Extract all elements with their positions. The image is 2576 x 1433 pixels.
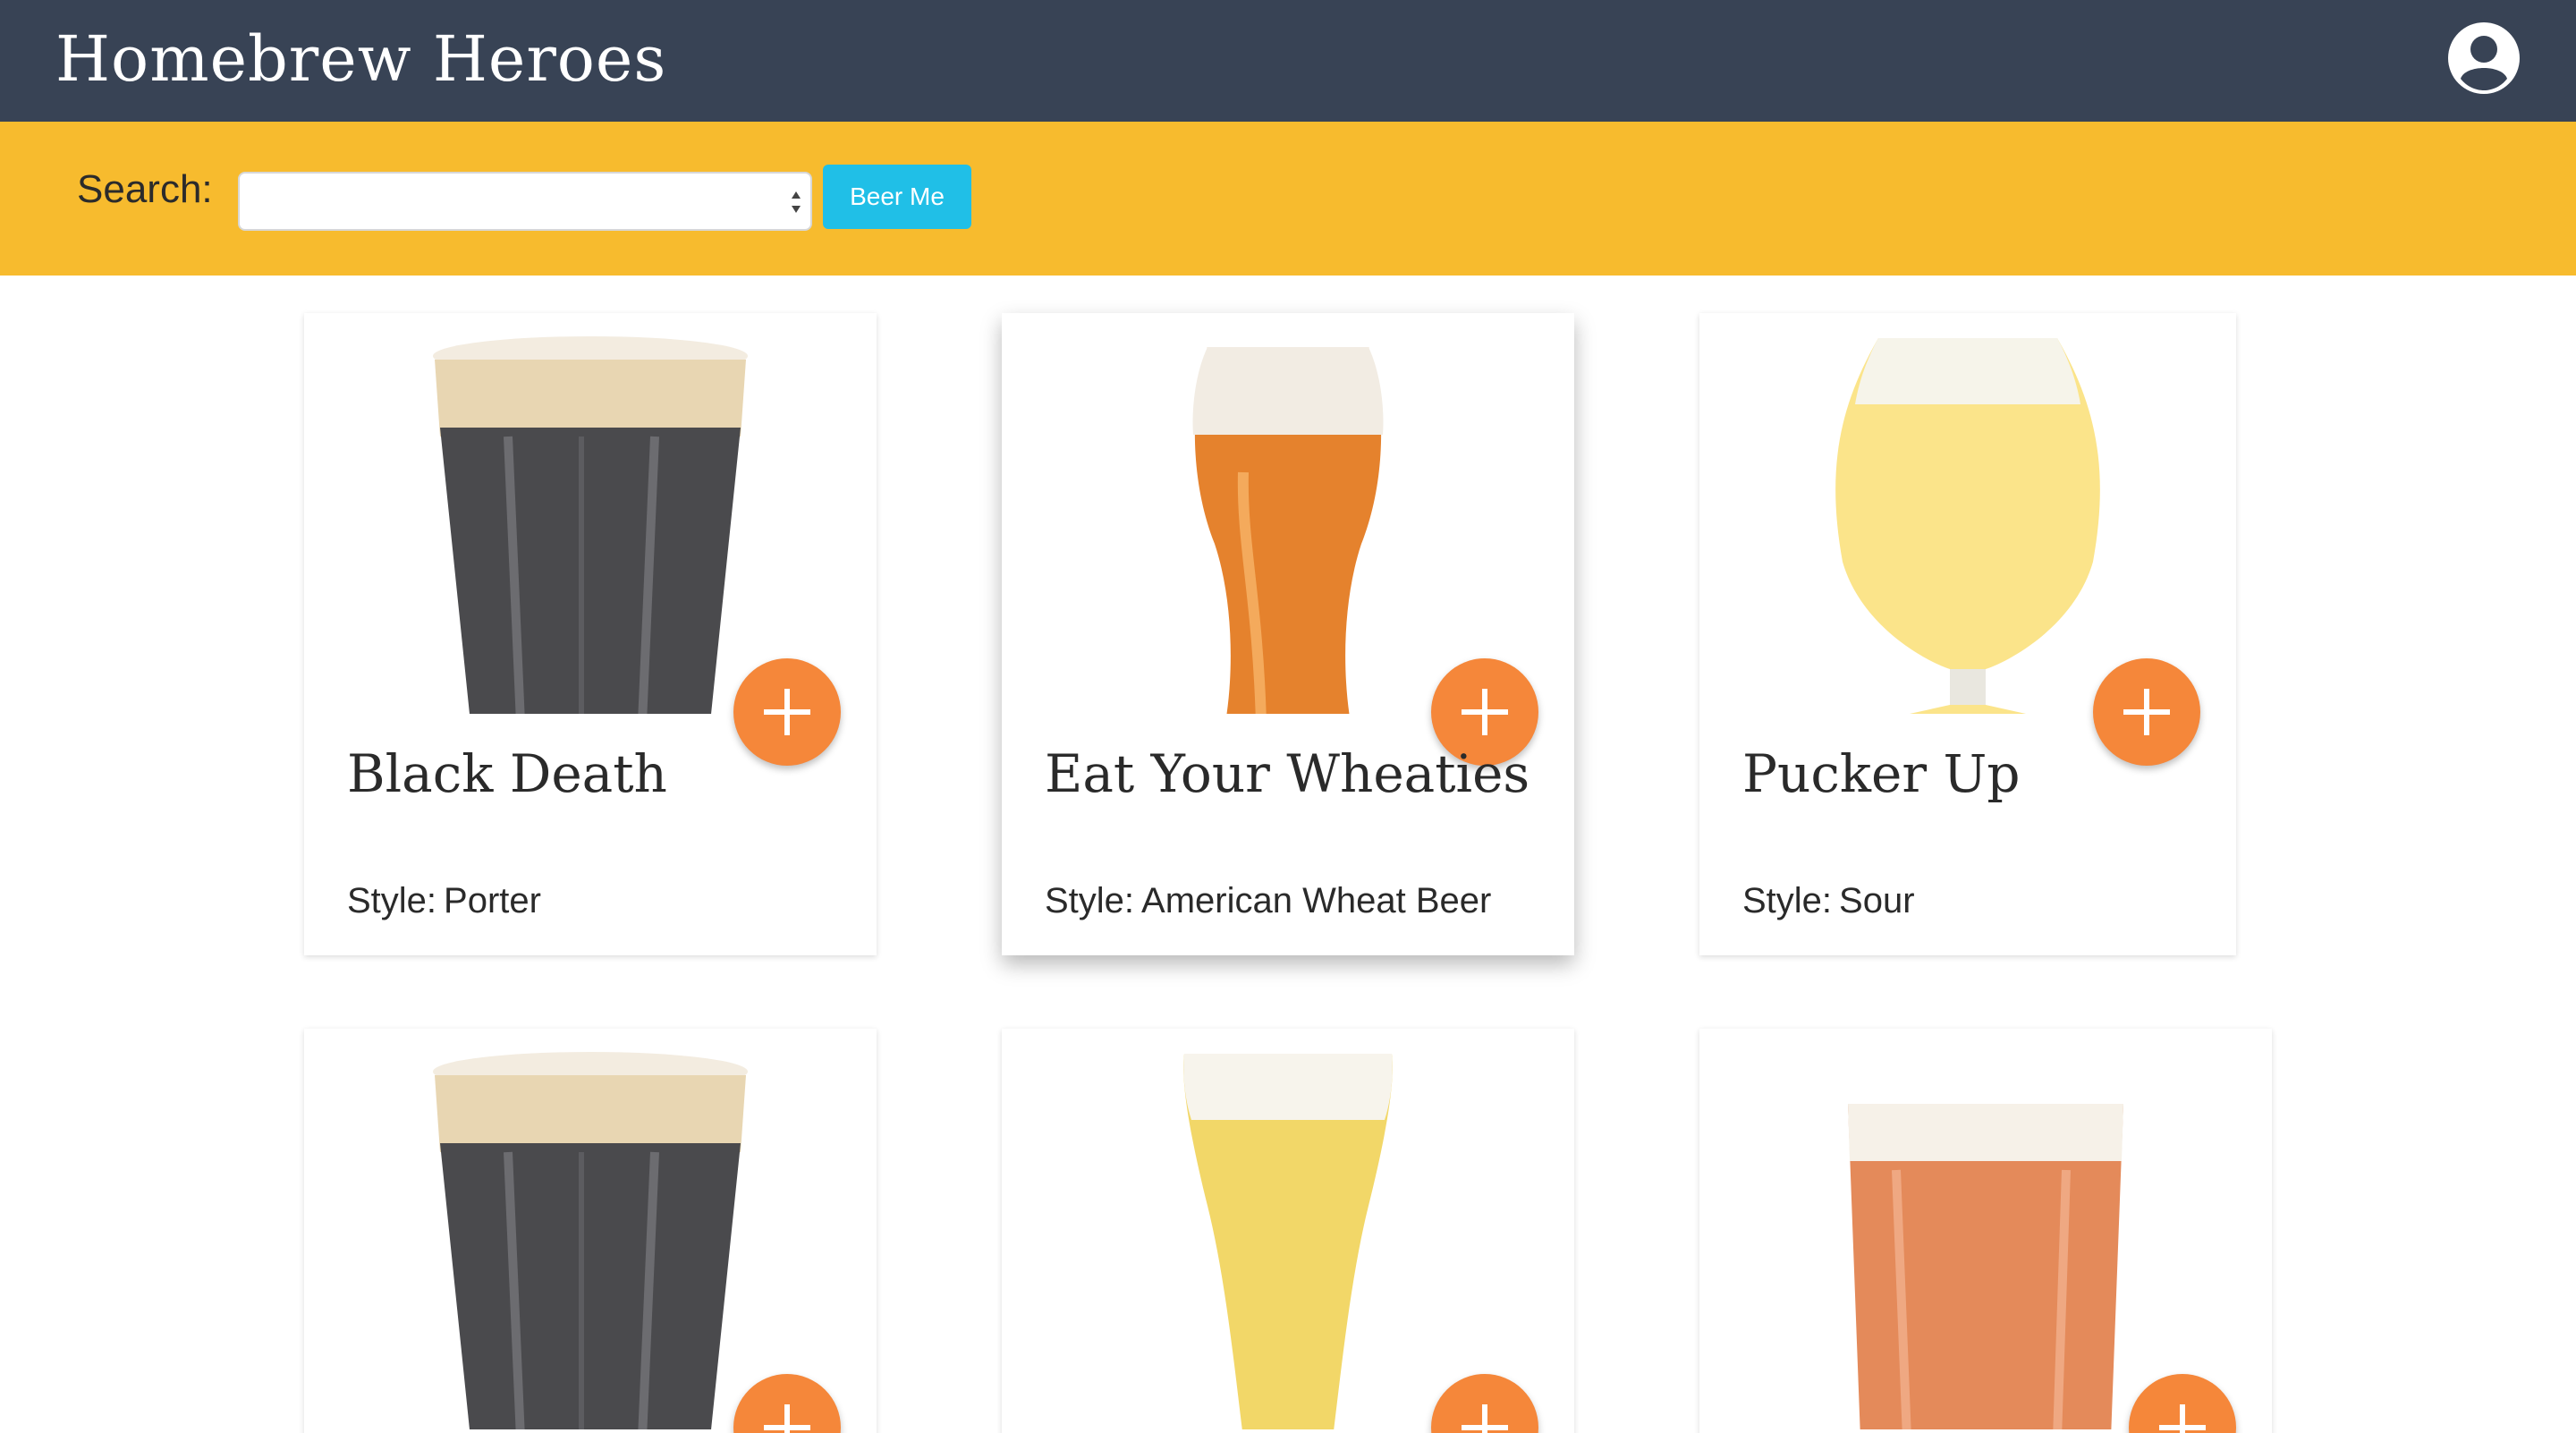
amber-pint-glass-image bbox=[1848, 1104, 2123, 1429]
add-beer-button[interactable] bbox=[2093, 658, 2200, 766]
beer-photo bbox=[1002, 1029, 1574, 1429]
beer-photo bbox=[304, 313, 877, 714]
beer-card[interactable] bbox=[1002, 1029, 1574, 1433]
search-bar: Search: Beer Me bbox=[0, 122, 2576, 276]
style-label: Style: bbox=[347, 881, 437, 920]
beer-card[interactable]: Eat Your Wheaties Style: American Wheat B… bbox=[1002, 313, 1574, 955]
beer-style: Style: Porter bbox=[347, 878, 541, 923]
pilsner-glass-image bbox=[1183, 1054, 1393, 1429]
stout-pint-glass-image bbox=[433, 336, 748, 714]
style-value: American Wheat Beer bbox=[1141, 881, 1492, 920]
beer-me-button[interactable]: Beer Me bbox=[823, 165, 971, 229]
top-navbar: Homebrew Heroes bbox=[0, 0, 2576, 122]
beer-card[interactable]: Pucker Up Style: Sour bbox=[1699, 313, 2236, 955]
search-select[interactable] bbox=[238, 172, 812, 231]
search-label: Search: bbox=[77, 167, 213, 211]
beer-card[interactable] bbox=[1699, 1029, 2272, 1433]
beer-photo bbox=[1002, 313, 1574, 714]
style-label: Style: bbox=[1045, 881, 1135, 920]
beer-photo bbox=[304, 1029, 877, 1429]
beer-card[interactable]: Black Death Style: Porter bbox=[304, 313, 877, 955]
beer-style: Style: American Wheat Beer bbox=[1045, 878, 1491, 923]
beer-name: Pucker Up bbox=[1742, 743, 2021, 804]
select-arrows-icon bbox=[792, 191, 801, 213]
style-value: Porter bbox=[444, 881, 541, 920]
beer-style: Style: Sour bbox=[1742, 878, 1915, 923]
brand-title[interactable]: Homebrew Heroes bbox=[55, 18, 666, 100]
beer-photo bbox=[1699, 1029, 2272, 1429]
beer-name: Black Death bbox=[347, 743, 667, 804]
beer-name: Eat Your Wheaties bbox=[1045, 743, 1530, 804]
style-label: Style: bbox=[1742, 881, 1833, 920]
style-value: Sour bbox=[1839, 881, 1915, 920]
account-icon[interactable] bbox=[2445, 20, 2522, 97]
stout-pint-glass-image bbox=[433, 1052, 748, 1429]
beer-card[interactable] bbox=[304, 1029, 877, 1433]
add-beer-button[interactable] bbox=[733, 658, 841, 766]
tulip-glass-image bbox=[1835, 338, 2100, 714]
wheat-glass-image bbox=[1192, 347, 1384, 714]
beer-photo bbox=[1699, 313, 2236, 714]
